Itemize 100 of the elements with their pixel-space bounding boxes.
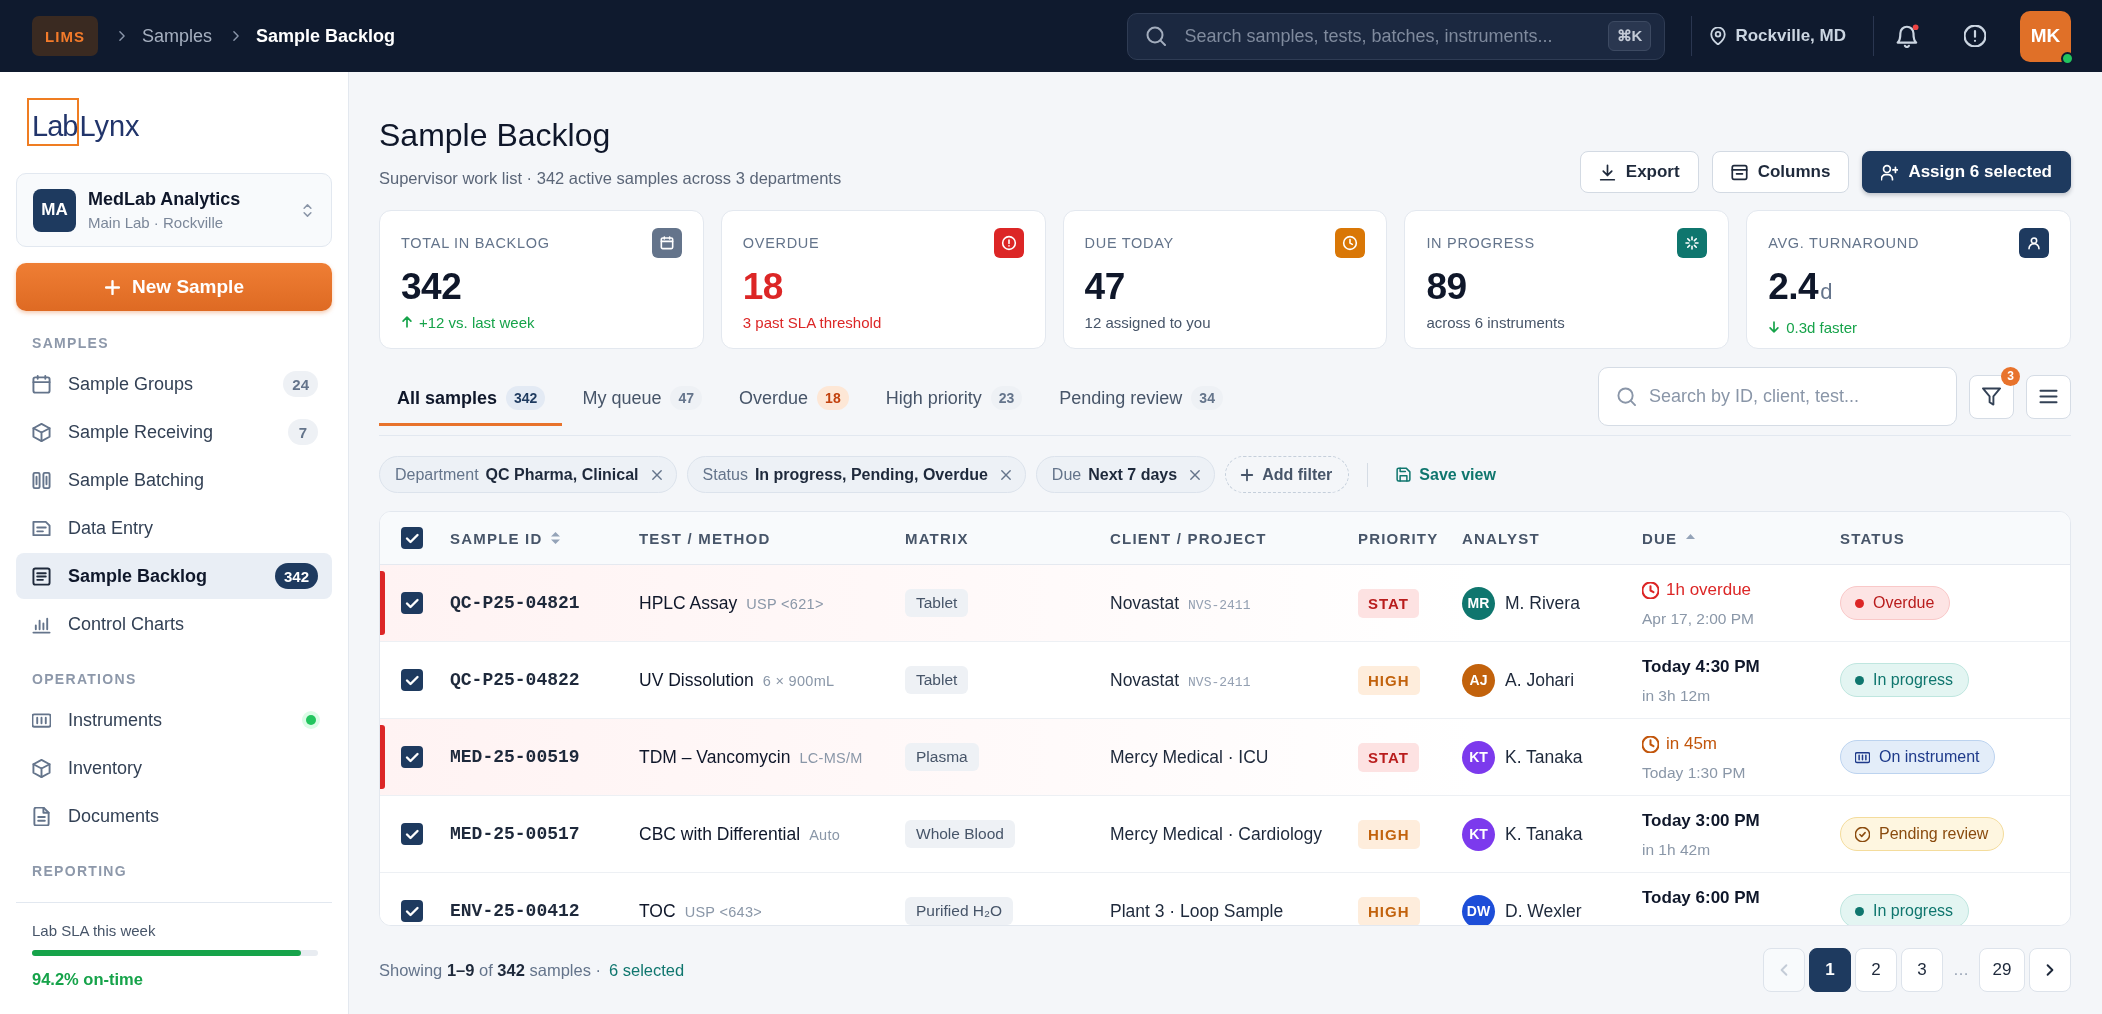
nav-item[interactable]: Sample Receiving 7: [16, 409, 332, 455]
breadcrumb-current: Sample Backlog: [256, 25, 396, 47]
matrix-tag: Tablet: [905, 666, 969, 694]
columns-icon: [32, 470, 51, 490]
row-checkbox[interactable]: [401, 669, 423, 691]
nav-item[interactable]: Sample Backlog 342: [16, 553, 332, 599]
filter-value: QC Pharma, Clinical: [485, 465, 639, 484]
page-button[interactable]: 29: [1979, 948, 2025, 992]
app-badge[interactable]: LIMS: [32, 16, 98, 56]
tab[interactable]: Pending review 34: [1041, 373, 1240, 426]
bell-icon[interactable]: [1896, 24, 1920, 48]
sample-id[interactable]: QC-P25-04821: [450, 593, 639, 613]
nav-item[interactable]: Control Charts: [16, 601, 332, 647]
columns-button[interactable]: Columns: [1711, 151, 1850, 193]
plus-icon: [104, 278, 122, 296]
kpi-note: 0.3d faster: [1786, 318, 1858, 336]
logo: LabLynx: [27, 98, 140, 146]
project-code: NVS-2411: [1188, 597, 1251, 613]
analyst-avatar: KT: [1462, 740, 1495, 774]
row-checkbox[interactable]: [401, 823, 423, 845]
column-header: CLIENT / PROJECT: [1110, 529, 1267, 547]
analyst-avatar: MR: [1462, 586, 1495, 620]
sample-id[interactable]: MED-25-00517: [450, 824, 639, 844]
column-header[interactable]: SAMPLE ID: [450, 529, 561, 547]
row-checkbox[interactable]: [401, 900, 423, 922]
due-detail: in 3h 12m: [1642, 686, 1712, 706]
nav-item[interactable]: Inventory: [16, 745, 332, 791]
breadcrumb-link[interactable]: Samples: [142, 25, 213, 47]
status-label: On instrument: [1879, 748, 1980, 766]
save-view-button[interactable]: Save view: [1386, 465, 1506, 484]
client-name: Novastat: [1110, 669, 1180, 691]
test-name: UV Dissolution: [639, 669, 754, 691]
table-row[interactable]: MED-25-00519 TDM – Vancomycin LC-MS/M Plasma Mercy Medical · ICU STAT KT K. Tanaka in 45m Today 1:30 PM On instrument: [380, 719, 2070, 796]
status-label: In progress: [1873, 671, 1954, 689]
nav-item[interactable]: Sample Groups 24: [16, 361, 332, 407]
sample-id[interactable]: ENV-25-00412: [450, 901, 639, 921]
menu-button[interactable]: [2026, 374, 2071, 419]
org-avatar: MA: [33, 188, 76, 232]
client-name: Mercy Medical · Cardiology: [1110, 823, 1322, 845]
kpi-value: 18: [742, 266, 784, 308]
test-name: CBC with Differential: [639, 823, 801, 845]
instrument-icon: [32, 710, 51, 730]
analyst-name: M. Rivera: [1505, 592, 1580, 614]
due-detail: Today 1:30 PM: [1642, 763, 1747, 783]
analyst-avatar: AJ: [1462, 663, 1495, 697]
alert-icon[interactable]: [1964, 25, 1986, 47]
sample-id[interactable]: QC-P25-04822: [450, 670, 639, 690]
client-name: Plant 3 · Loop Sample: [1110, 900, 1284, 922]
column-header[interactable]: DUE: [1642, 529, 1696, 547]
sample-id[interactable]: MED-25-00519: [450, 747, 639, 767]
tab[interactable]: High priority 23: [867, 373, 1040, 426]
priority-badge: HIGH: [1358, 819, 1420, 849]
select-all-checkbox[interactable]: [401, 527, 423, 549]
row-checkbox[interactable]: [401, 746, 423, 768]
page-button[interactable]: 1: [1809, 948, 1851, 992]
page-button[interactable]: 2: [1855, 948, 1897, 992]
status-dot-icon: [1855, 675, 1864, 685]
nav-item[interactable]: Sample Batching: [16, 457, 332, 503]
org-location: Main Lab · Rockville: [88, 214, 225, 231]
kpi-value: 47: [1084, 266, 1126, 308]
org-name: MedLab Analytics: [88, 189, 242, 210]
sla-reading: 94.2% on-time: [32, 969, 144, 990]
close-icon[interactable]: [998, 467, 1013, 482]
section-label: SAMPLES: [31, 334, 110, 353]
clock-icon: [1642, 735, 1659, 753]
tab[interactable]: My queue 47: [564, 373, 720, 426]
kpi-value: 342: [401, 266, 463, 308]
status-dot-icon: [1855, 598, 1864, 608]
save-icon: [1396, 467, 1412, 482]
location-label[interactable]: Rockville, MD: [1735, 26, 1846, 46]
close-icon[interactable]: [649, 467, 664, 482]
page-button[interactable]: 3: [1901, 948, 1943, 992]
filter-field: Due: [1051, 465, 1082, 484]
analyst-name: D. Wexler: [1505, 900, 1582, 922]
test-method: 6 × 900mL: [762, 672, 835, 689]
close-icon[interactable]: [1188, 467, 1203, 482]
test-method: USP <621>: [746, 595, 824, 612]
tab[interactable]: All samples 342: [379, 373, 563, 426]
user-plus-icon: [1881, 163, 1899, 181]
column-header: TEST / METHOD: [639, 529, 771, 547]
status-label: Pending review: [1879, 825, 1989, 843]
chevron-up-down-icon: [300, 202, 315, 218]
section-label: OPERATIONS: [31, 670, 138, 689]
nav-item[interactable]: Instruments: [16, 697, 332, 743]
nav-item[interactable]: Documents: [16, 793, 332, 839]
tab[interactable]: Overdue 18: [721, 373, 866, 426]
nav-item[interactable]: Data Entry: [16, 505, 332, 551]
due-time: Today 3:00 PM: [1642, 811, 1760, 831]
assign-button[interactable]: Assign 6 selected: [1862, 151, 2071, 193]
priority-badge: STAT: [1358, 742, 1419, 772]
org-switcher[interactable]: MA MedLab Analytics Main Lab · Rockville: [16, 173, 332, 247]
selected-link[interactable]: 6 selected: [609, 960, 685, 980]
table-row[interactable]: QC-P25-04821 HPLC Assay USP <621> Tablet Novastat NVS-2411 STAT MR M. Rivera 1h overdue Apr 17, 2:00 PM Overdue: [380, 565, 2070, 642]
count-badge: 3: [2001, 366, 2020, 386]
due-detail: in 1h 42m: [1642, 840, 1712, 860]
export-button[interactable]: Export: [1579, 151, 1699, 193]
row-checkbox[interactable]: [401, 592, 423, 614]
kpi-label: DUE TODAY: [1084, 235, 1174, 251]
test-method: Auto: [809, 826, 841, 843]
test-name: TOC: [639, 900, 676, 922]
